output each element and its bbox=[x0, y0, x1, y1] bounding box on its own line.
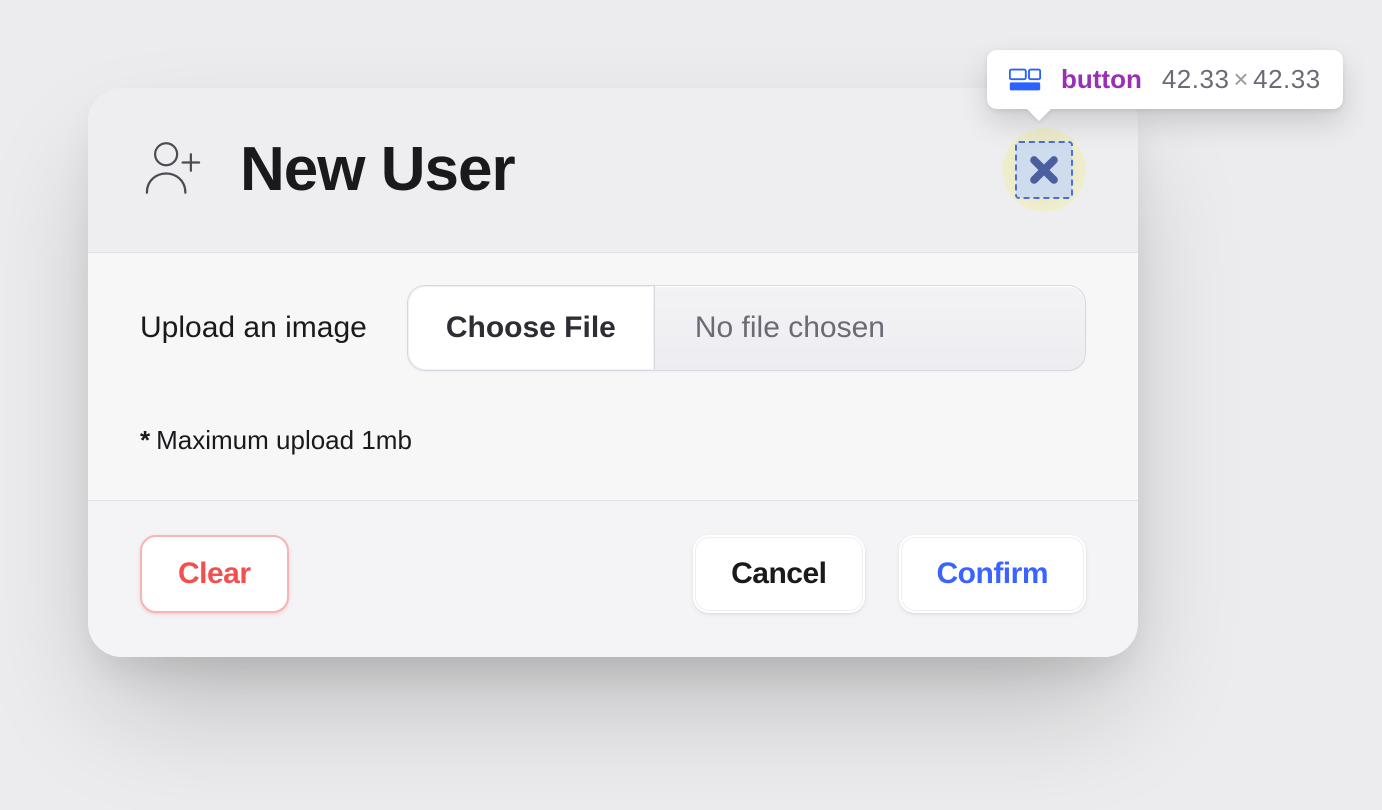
dialog-header-left: New User bbox=[140, 135, 515, 206]
dialog-body: Upload an image Choose File No file chos… bbox=[88, 253, 1138, 501]
confirm-button[interactable]: Confirm bbox=[899, 535, 1087, 613]
upload-row: Upload an image Choose File No file chos… bbox=[140, 285, 1086, 371]
clear-button[interactable]: Clear bbox=[140, 535, 289, 613]
devtools-layout-icon bbox=[1009, 68, 1041, 92]
close-button[interactable] bbox=[1002, 128, 1086, 212]
devtools-element-tooltip: button 42.33×42.33 bbox=[987, 50, 1343, 109]
add-user-icon bbox=[140, 135, 206, 206]
devtools-element-tag: button bbox=[1061, 64, 1142, 95]
close-icon bbox=[1027, 153, 1061, 187]
upload-helper-text: *Maximum upload 1mb bbox=[140, 425, 1086, 456]
devtools-times-icon: × bbox=[1229, 64, 1253, 94]
devtools-height: 42.33 bbox=[1253, 64, 1321, 94]
file-input-status: No file chosen bbox=[655, 286, 1085, 370]
dialog-footer: Clear Cancel Confirm bbox=[88, 501, 1138, 657]
dialog-footer-right: Cancel Confirm bbox=[693, 535, 1086, 613]
file-input[interactable]: Choose File No file chosen bbox=[407, 285, 1086, 371]
dialog-header: New User bbox=[88, 88, 1138, 253]
choose-file-button[interactable]: Choose File bbox=[408, 286, 655, 370]
upload-helper-body: Maximum upload 1mb bbox=[156, 425, 412, 455]
upload-label: Upload an image bbox=[140, 311, 367, 345]
cancel-button[interactable]: Cancel bbox=[693, 535, 864, 613]
required-asterisk: * bbox=[140, 425, 150, 455]
new-user-dialog: New User Upload an image Choose File No … bbox=[88, 88, 1138, 657]
dialog-title: New User bbox=[240, 139, 515, 201]
devtools-element-dimensions: 42.33×42.33 bbox=[1162, 64, 1321, 95]
devtools-width: 42.33 bbox=[1162, 64, 1230, 94]
